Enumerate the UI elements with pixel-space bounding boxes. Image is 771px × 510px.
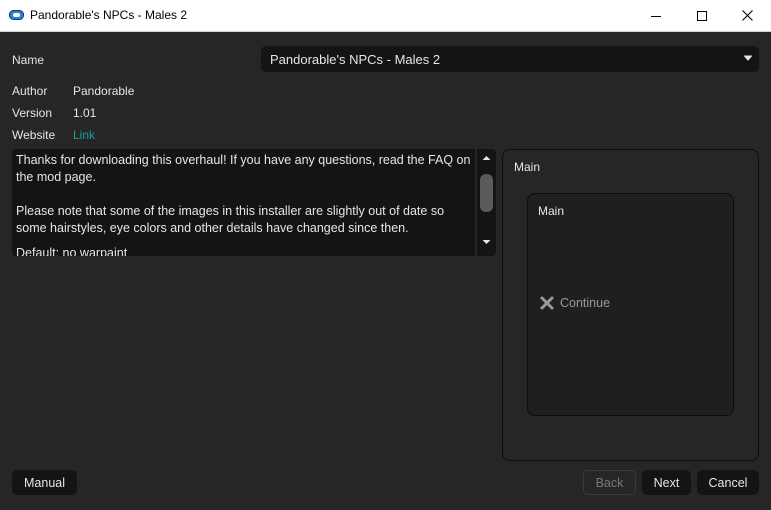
cancel-button[interactable]: Cancel <box>697 470 759 495</box>
main-group-label: Main <box>514 160 541 174</box>
name-label: Name <box>12 53 45 67</box>
description-paragraph: Thanks for downloading this overhaul! If… <box>16 153 471 184</box>
continue-option-label: Continue <box>560 296 611 310</box>
close-icon <box>741 10 753 21</box>
website-label: Website <box>12 128 56 142</box>
scrollbar-thumb[interactable] <box>480 174 493 212</box>
scroll-down-icon[interactable] <box>482 239 491 245</box>
scroll-up-icon[interactable] <box>482 155 491 161</box>
app-icon <box>9 10 24 20</box>
version-label: Version <box>12 106 53 120</box>
minimize-icon <box>651 15 661 17</box>
author-label: Author <box>12 84 48 98</box>
maximize-button[interactable] <box>679 0 725 31</box>
author-value: Pandorable <box>73 84 135 98</box>
chevron-down-icon <box>744 55 752 61</box>
manual-button[interactable]: Manual <box>12 470 77 495</box>
website-link[interactable]: Link <box>73 128 95 142</box>
description-paragraph: Please note that some of the images in t… <box>16 204 445 235</box>
back-button[interactable]: Back <box>583 470 636 495</box>
description-scrollbar[interactable] <box>477 149 496 256</box>
close-button[interactable] <box>724 0 770 31</box>
description-box[interactable]: Thanks for downloading this overhaul! If… <box>12 149 475 256</box>
version-value: 1.01 <box>73 106 97 120</box>
description-paragraph: Default: no warpaint <box>16 246 128 256</box>
main-step-group: Main Main Continue <box>502 149 759 461</box>
title-bar: Pandorable's NPCs - Males 2 <box>0 0 771 32</box>
maximize-icon <box>697 10 707 21</box>
option-group-label: Main <box>538 204 565 218</box>
next-button[interactable]: Next <box>642 470 691 495</box>
name-select[interactable]: Pandorable's NPCs - Males 2 <box>261 46 759 72</box>
minimize-button[interactable] <box>633 0 679 31</box>
continue-option[interactable]: Continue <box>540 296 610 310</box>
name-select-value: Pandorable's NPCs - Males 2 <box>270 52 441 67</box>
main-option-group: Main Continue <box>527 193 734 416</box>
window-title: Pandorable's NPCs - Males 2 <box>30 8 188 22</box>
close-x-icon <box>540 296 554 310</box>
